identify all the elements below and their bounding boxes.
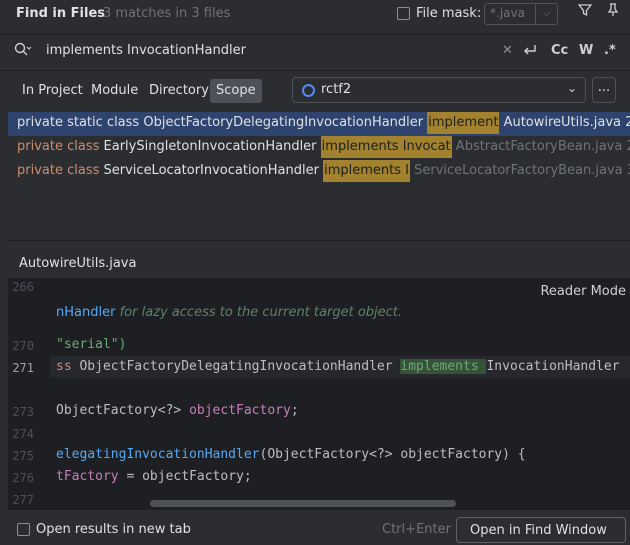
result-match: implements Invocat <box>320 136 452 158</box>
scope-circle-icon <box>302 84 315 97</box>
code-match-highlight: implements <box>400 359 487 374</box>
file-mask-combo[interactable]: *.java ⌵ <box>484 3 558 25</box>
clear-icon[interactable]: ✕ <box>502 43 513 58</box>
doc-link[interactable]: nHandler <box>56 305 115 320</box>
tab-module[interactable]: Module <box>85 79 144 103</box>
code-constructor: elegatingInvocationHandler <box>56 447 260 462</box>
code-punct: ; <box>290 403 299 418</box>
match-count: 3 matches in 3 files <box>103 6 231 21</box>
more-button[interactable]: ... <box>592 77 616 103</box>
match-case-toggle[interactable]: Cc <box>551 43 568 58</box>
search-input[interactable]: implements InvocationHandler <box>46 43 246 58</box>
shortcut-hint: Ctrl+Enter <box>382 522 451 537</box>
line-number: 273 <box>12 405 34 419</box>
result-row[interactable]: private class EarlySingletonInvocationHa… <box>8 136 630 160</box>
preview-splitter[interactable] <box>8 240 630 241</box>
doc-text: for lazy access to the current target ob… <box>115 305 403 320</box>
result-location: ServiceLocatorFactoryBean.java 351 <box>414 163 630 178</box>
chevron-down-icon[interactable]: ⌵ <box>535 4 557 24</box>
open-in-find-window-button[interactable]: Open in Find Window <box>456 517 626 543</box>
code-interface: InvocationHandler <box>486 359 620 374</box>
line-number: 266 <box>12 280 34 294</box>
result-match: implements I <box>323 160 410 182</box>
code-params: (ObjectFactory<?> objectFactory) { <box>259 447 526 462</box>
result-match: implement <box>427 112 500 134</box>
doc-comment-line: nHandler for lazy access to the current … <box>56 305 402 320</box>
dialog-title: Find in Files <box>16 6 106 21</box>
file-mask-value: *.java <box>490 6 525 20</box>
file-mask-checkbox[interactable] <box>397 7 410 20</box>
reader-mode-button[interactable]: Reader Mode <box>540 284 626 299</box>
line-number: 271 <box>12 361 34 375</box>
code-field: objectFactory <box>189 403 291 418</box>
line-number: 270 <box>12 339 34 353</box>
results-list: private static class ObjectFactoryDelega… <box>0 112 630 240</box>
line-number: 275 <box>12 449 34 463</box>
result-location: AutowireUtils.java 271 <box>503 115 630 130</box>
header-separator <box>0 34 630 35</box>
tab-in-project[interactable]: In Project <box>16 79 89 103</box>
horizontal-scrollbar[interactable] <box>150 500 456 507</box>
result-prefix: private class <box>17 139 100 154</box>
line-number: 277 <box>12 493 34 507</box>
code-line-273: ObjectFactory<?> objectFactory; <box>56 403 299 418</box>
dialog-footer: Open results in new tab Ctrl+Enter Open … <box>0 513 630 545</box>
chevron-down-icon[interactable]: ⌄ <box>567 81 577 95</box>
result-row[interactable]: private static class ObjectFactoryDelega… <box>8 112 630 136</box>
open-new-tab-checkbox[interactable] <box>17 523 30 536</box>
filter-icon[interactable] <box>574 2 596 24</box>
code-line-270: "serial") <box>56 337 126 352</box>
result-prefix: private static class <box>17 115 140 130</box>
code-type: ObjectFactory<?> <box>56 403 190 418</box>
code-string: "serial") <box>56 337 127 352</box>
line-number: 274 <box>12 427 34 441</box>
preview-header: AutowireUtils.java <box>8 248 630 278</box>
scope-bar: In Project Module Directory Scope rctf2 … <box>0 76 630 106</box>
find-in-files-header: Find in Files 3 matches in 3 files File … <box>0 0 630 30</box>
file-mask-label: File mask: <box>416 6 482 21</box>
pin-icon[interactable] <box>602 2 624 24</box>
scope-combo[interactable]: rctf2 ⌄ <box>292 77 586 103</box>
result-class: EarlySingletonInvocationHandler <box>103 139 317 154</box>
result-row[interactable]: private class ServiceLocatorInvocationHa… <box>8 160 630 184</box>
line-number: 276 <box>12 471 34 485</box>
preview-file-name: AutowireUtils.java <box>19 256 137 271</box>
code-line-275: elegatingInvocationHandler(ObjectFactory… <box>56 447 526 462</box>
tab-directory[interactable]: Directory <box>143 79 215 103</box>
result-class: ServiceLocatorInvocationHandler <box>103 163 319 178</box>
new-line-icon[interactable] <box>522 43 538 61</box>
search-field[interactable]: implements InvocationHandler ✕ Cc W .* <box>0 37 630 67</box>
code-line-276: tFactory = objectFactory; <box>56 469 252 484</box>
code-field: tFactory <box>56 469 119 484</box>
code-line-271: ss ObjectFactoryDelegatingInvocationHand… <box>56 359 620 374</box>
code-class-name: ObjectFactoryDelegatingInvocationHandler <box>71 359 401 374</box>
search-icon[interactable] <box>14 42 32 62</box>
code-keyword: ss <box>56 359 72 374</box>
search-separator <box>0 70 630 71</box>
whole-words-toggle[interactable]: W <box>579 43 593 58</box>
open-new-tab-label[interactable]: Open results in new tab <box>36 522 191 537</box>
result-class: ObjectFactoryDelegatingInvocationHandler <box>143 115 424 130</box>
scope-combo-value: rctf2 <box>321 82 352 97</box>
regex-toggle[interactable]: .* <box>604 43 616 58</box>
result-prefix: private class <box>17 163 100 178</box>
code-preview[interactable]: 266 270 271 273 274 275 276 277 Reader M… <box>8 278 630 510</box>
tab-scope[interactable]: Scope <box>210 79 262 103</box>
result-location: AbstractFactoryBean.java 258 <box>455 139 630 154</box>
code-assignment: = objectFactory; <box>118 469 252 484</box>
